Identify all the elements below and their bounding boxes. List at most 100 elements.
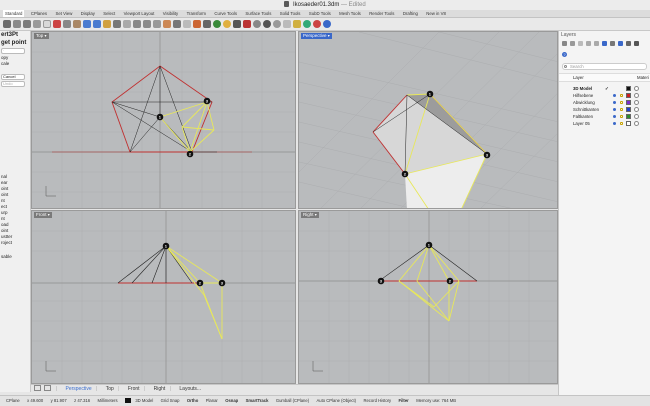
material-column-header[interactable]: Materi [637, 74, 649, 82]
status-filter[interactable]: Filter [399, 396, 409, 406]
layer-material-icon[interactable] [634, 121, 639, 126]
tab-viewport-layout[interactable]: Viewport Layout [122, 10, 157, 17]
tab-curve-tools[interactable]: Curve Tools [212, 10, 239, 17]
light-bulb-icon[interactable] [613, 101, 616, 104]
layer-color-swatch[interactable] [626, 86, 631, 91]
paste-icon[interactable] [73, 20, 81, 28]
viewport-front-label[interactable]: Front ▾ [34, 212, 52, 218]
lock-icon[interactable] [203, 20, 211, 28]
layer-filter-icon[interactable] [618, 41, 623, 46]
help-icon[interactable] [323, 20, 331, 28]
tab-viewport-layouts[interactable]: Layouts... [179, 385, 201, 393]
shaded-sphere-icon[interactable] [253, 20, 261, 28]
tab-viewport-front[interactable]: Front [128, 385, 140, 393]
layer-row[interactable]: Abwicklung [559, 99, 650, 106]
viewport-perspective-label[interactable]: Perspective ▾ [301, 33, 332, 39]
layer-material-icon[interactable] [634, 114, 639, 119]
layer-menu-icon[interactable] [634, 41, 639, 46]
layer-material-icon[interactable] [634, 86, 639, 91]
tab-viewport-perspective[interactable]: Perspective [65, 385, 91, 393]
status-auto-cplane[interactable]: Auto CPlane (Object) [316, 396, 356, 406]
viewport-right[interactable]: Right ▾ 1 3 2 [298, 210, 558, 384]
cancel-button[interactable]: Cancel [1, 74, 25, 80]
tab-select[interactable]: Select [101, 10, 117, 17]
status-osnap[interactable]: Osnap [225, 396, 238, 406]
tab-new-in-v8[interactable]: New in V8 [424, 10, 448, 17]
grid-icon[interactable] [173, 20, 181, 28]
cplane-icon[interactable] [163, 20, 171, 28]
lock-icon[interactable] [620, 101, 623, 104]
viewport-top-label[interactable]: Top ▾ [34, 33, 49, 39]
layer-tools-icon[interactable] [610, 41, 615, 46]
lock-icon[interactable] [620, 94, 623, 97]
tab-viewport-top[interactable]: Top [106, 385, 114, 393]
zoom-icon[interactable] [123, 20, 131, 28]
zoom-selected-icon[interactable] [153, 20, 161, 28]
status-grid-snap[interactable]: Grid Snap [161, 396, 180, 406]
tab-cplanes[interactable]: CPlanes [29, 10, 49, 17]
lock-icon[interactable] [620, 122, 623, 125]
layer-row[interactable]: Faltkanten [559, 113, 650, 120]
tab-set-view[interactable]: Set View [53, 10, 74, 17]
layer-color-swatch[interactable] [626, 107, 631, 112]
tab-surface-tools[interactable]: Surface Tools [243, 10, 273, 17]
viewport-front[interactable]: Front ▾ 1 2 3 [31, 210, 296, 384]
zoom-window-icon[interactable] [133, 20, 141, 28]
layer-search-field[interactable]: Search [562, 63, 647, 70]
tab-render-tools[interactable]: Render Tools [367, 10, 396, 17]
save-icon[interactable] [23, 20, 31, 28]
layer-row[interactable]: Schnittkanten [559, 106, 650, 113]
color-icon[interactable] [243, 20, 251, 28]
move-down-icon[interactable] [594, 41, 599, 46]
tab-visibility[interactable]: Visibility [161, 10, 180, 17]
layer-row[interactable]: Hilfsebene [559, 92, 650, 99]
layer-material-icon[interactable] [634, 100, 639, 105]
undo-icon[interactable] [83, 20, 91, 28]
layer-settings-icon[interactable] [626, 41, 631, 46]
layer-color-swatch[interactable] [626, 121, 631, 126]
viewport-perspective[interactable]: Perspective ▾ 1 3 2 [298, 31, 558, 209]
tools-icon[interactable] [293, 20, 301, 28]
lock-icon[interactable] [620, 108, 623, 111]
layer-icon[interactable] [43, 20, 51, 28]
redo-icon[interactable] [93, 20, 101, 28]
layer-color-swatch[interactable] [626, 93, 631, 98]
status-record-history[interactable]: Record History [363, 396, 391, 406]
print-icon[interactable] [33, 20, 41, 28]
help-icon[interactable]: ? [562, 52, 567, 57]
viewport-top[interactable]: Top ▾ 1 3 2 [31, 31, 296, 209]
status-current-layer[interactable]: 3D Model [135, 396, 153, 406]
light-bulb-icon[interactable] [613, 94, 616, 97]
light-bulb-icon[interactable] [613, 122, 616, 125]
cut-icon[interactable] [53, 20, 61, 28]
command-input[interactable]: · [1, 48, 25, 54]
ghosted-sphere-icon[interactable] [273, 20, 281, 28]
status-planar[interactable]: Planar [206, 396, 218, 406]
undo-button[interactable]: Undo [1, 81, 25, 87]
layer-state-icon[interactable] [213, 20, 221, 28]
add-viewport-icon[interactable] [44, 385, 52, 391]
tab-standard[interactable]: Standard [3, 10, 25, 17]
analyze-icon[interactable] [283, 20, 291, 28]
hide-icon[interactable] [193, 20, 201, 28]
layer-color-swatch[interactable] [626, 114, 631, 119]
layer-row[interactable]: 3D Model ✓ [559, 85, 650, 92]
light-bulb-icon[interactable] [613, 115, 616, 118]
open-file-icon[interactable] [13, 20, 21, 28]
filter-icon[interactable] [602, 41, 607, 46]
render-icon[interactable] [303, 20, 311, 28]
tab-display[interactable]: Display [79, 10, 97, 17]
tab-transform[interactable]: Transform [185, 10, 208, 17]
layer-material-icon[interactable] [634, 107, 639, 112]
tab-mesh-tools[interactable]: Mesh Tools [337, 10, 363, 17]
properties-icon[interactable] [233, 20, 241, 28]
viewport-layout-icon[interactable] [34, 385, 41, 391]
status-gumball[interactable]: Gumball (CPlane) [276, 396, 309, 406]
status-units[interactable]: Millimeters [98, 396, 118, 406]
layer-color-swatch[interactable] [626, 100, 631, 105]
move-up-icon[interactable] [586, 41, 591, 46]
copy-icon[interactable] [63, 20, 71, 28]
layer-column-header[interactable]: Layer [573, 74, 584, 82]
tab-subd-tools[interactable]: SubD Tools [307, 10, 333, 17]
status-cplane[interactable]: CPlane [6, 396, 20, 406]
